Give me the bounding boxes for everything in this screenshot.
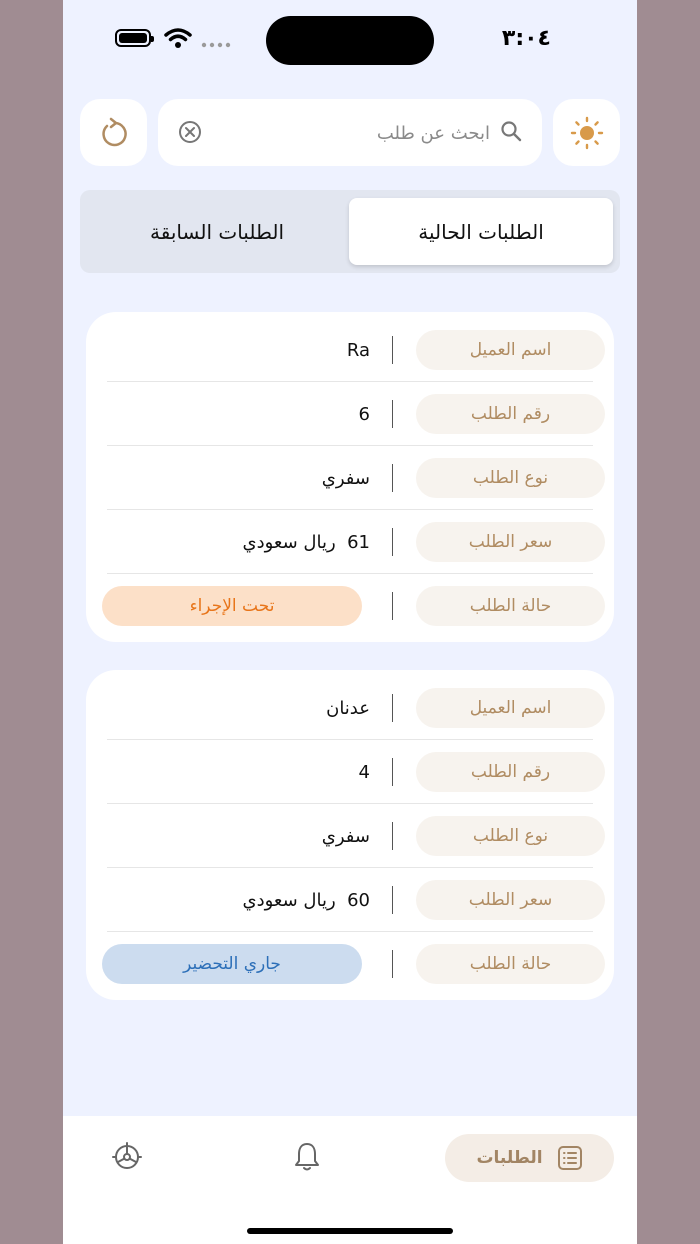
row-separator bbox=[392, 464, 393, 492]
order-type-value: سفري bbox=[321, 467, 370, 489]
order-type-label: نوع الطلب bbox=[416, 816, 605, 856]
theme-toggle-button[interactable] bbox=[553, 99, 620, 166]
order-price-row: سعر الطلب 60 ريال سعودي bbox=[86, 868, 614, 932]
order-price-row: سعر الطلب 61 ريال سعودي bbox=[86, 510, 614, 574]
status-badge: تحت الإجراء bbox=[102, 586, 362, 626]
nav-orders[interactable]: الطلبات bbox=[445, 1134, 614, 1182]
row-separator bbox=[392, 400, 393, 428]
price-amount: 60 bbox=[347, 889, 370, 911]
row-separator bbox=[392, 950, 393, 978]
bottom-nav: الطلبات bbox=[63, 1116, 637, 1244]
status-bar: ٣:٠٤ bbox=[63, 0, 637, 80]
order-number-row: رقم الطلب 4 bbox=[86, 740, 614, 804]
order-price-value: 60 ريال سعودي bbox=[242, 886, 370, 914]
order-card[interactable]: اسم العميل عدنان رقم الطلب 4 نوع الطلب س… bbox=[86, 670, 614, 1000]
dynamic-island bbox=[266, 16, 434, 65]
row-separator bbox=[392, 694, 393, 722]
row-separator bbox=[392, 886, 393, 914]
list-icon bbox=[557, 1146, 582, 1170]
order-number-row: رقم الطلب 6 bbox=[86, 382, 614, 446]
order-status-row: حالة الطلب تحت الإجراء bbox=[86, 574, 614, 638]
order-number-label: رقم الطلب bbox=[416, 394, 605, 434]
order-number-label: رقم الطلب bbox=[416, 752, 605, 792]
tab-current-orders[interactable]: الطلبات الحالية bbox=[349, 198, 613, 265]
price-amount: 61 bbox=[347, 531, 370, 553]
order-status-row: حالة الطلب جاري التحضير bbox=[86, 932, 614, 996]
row-separator bbox=[392, 336, 393, 364]
customer-name-value: Ra bbox=[346, 339, 370, 361]
customer-name-value: عدنان bbox=[326, 697, 370, 719]
customer-name-label: اسم العميل bbox=[416, 330, 605, 370]
customer-name-row: اسم العميل عدنان bbox=[86, 676, 614, 740]
gear-icon[interactable] bbox=[112, 1141, 142, 1173]
order-number-value: 6 bbox=[358, 403, 370, 425]
status-time: ٣:٠٤ bbox=[501, 26, 551, 51]
status-badge: جاري التحضير bbox=[102, 944, 362, 984]
price-currency: ريال سعودي bbox=[242, 531, 336, 553]
row-separator bbox=[392, 822, 393, 850]
nav-orders-label: الطلبات bbox=[476, 1148, 543, 1168]
order-type-value: سفري bbox=[321, 825, 370, 847]
search-bar bbox=[158, 99, 542, 166]
bell-icon[interactable] bbox=[292, 1141, 322, 1173]
order-price-value: 61 ريال سعودي bbox=[242, 528, 370, 556]
search-input[interactable] bbox=[218, 113, 492, 153]
refresh-button[interactable] bbox=[80, 99, 147, 166]
battery-icon bbox=[115, 29, 154, 47]
search-icon bbox=[501, 121, 522, 142]
order-card[interactable]: اسم العميل Ra رقم الطلب 6 نوع الطلب سفري… bbox=[86, 312, 614, 642]
price-currency: ريال سعودي bbox=[242, 889, 336, 911]
order-type-row: نوع الطلب سفري bbox=[86, 446, 614, 510]
clear-icon[interactable] bbox=[178, 120, 202, 144]
row-separator bbox=[392, 592, 393, 620]
order-type-row: نوع الطلب سفري bbox=[86, 804, 614, 868]
orders-tabs: الطلبات الحالية الطلبات السابقة bbox=[80, 190, 620, 273]
order-type-label: نوع الطلب bbox=[416, 458, 605, 498]
order-status-label: حالة الطلب bbox=[416, 944, 605, 984]
order-price-label: سعر الطلب bbox=[416, 880, 605, 920]
customer-name-row: اسم العميل Ra bbox=[86, 318, 614, 382]
refresh-icon bbox=[101, 117, 127, 146]
row-separator bbox=[392, 528, 393, 556]
tab-previous-orders[interactable]: الطلبات السابقة bbox=[85, 198, 349, 265]
wifi-icon bbox=[164, 28, 192, 48]
order-price-label: سعر الطلب bbox=[416, 522, 605, 562]
customer-name-label: اسم العميل bbox=[416, 688, 605, 728]
app-screen: ٣:٠٤ ابحث عن طلب الطلبات الحالية الطلبات… bbox=[63, 0, 637, 1244]
row-separator bbox=[392, 758, 393, 786]
order-number-value: 4 bbox=[358, 761, 370, 783]
signal-icon bbox=[201, 42, 231, 48]
sun-icon bbox=[570, 116, 603, 149]
home-indicator bbox=[247, 1228, 453, 1234]
order-status-label: حالة الطلب bbox=[416, 586, 605, 626]
